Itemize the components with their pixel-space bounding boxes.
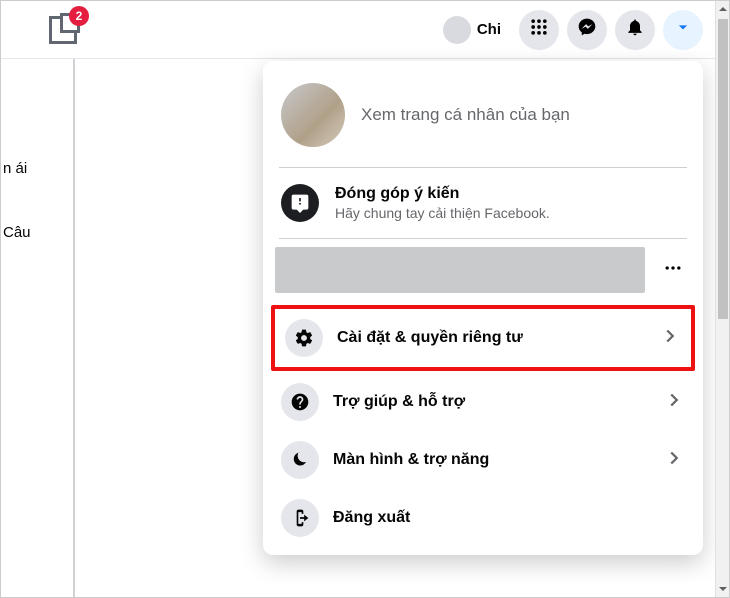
help-support-item[interactable]: Trợ giúp & hỗ trợ bbox=[271, 373, 695, 431]
settings-privacy-label: Cài đặt & quyền riêng tư bbox=[337, 329, 645, 347]
help-icon bbox=[281, 383, 319, 421]
logout-item[interactable]: Đăng xuất bbox=[271, 489, 695, 547]
top-navigation-bar: 2 Chi bbox=[1, 1, 715, 59]
notification-badge: 2 bbox=[69, 6, 89, 26]
logout-label: Đăng xuất bbox=[333, 509, 685, 527]
profile-chip[interactable]: Chi bbox=[439, 12, 511, 48]
feedback-title: Đóng góp ý kiến bbox=[335, 185, 550, 203]
feedback-text: Đóng góp ý kiến Hãy chung tay cải thiện … bbox=[335, 185, 550, 221]
more-options-button[interactable] bbox=[655, 252, 691, 288]
logout-icon bbox=[281, 499, 319, 537]
scrollbar-thumb[interactable] bbox=[718, 19, 728, 319]
display-accessibility-item[interactable]: Màn hình & trợ năng bbox=[271, 431, 695, 489]
gear-icon bbox=[285, 319, 323, 357]
messenger-button[interactable] bbox=[567, 10, 607, 50]
dots-horizontal-icon bbox=[663, 258, 683, 283]
display-accessibility-label: Màn hình & trợ năng bbox=[333, 451, 649, 469]
scroll-up-arrow-icon[interactable] bbox=[716, 1, 730, 17]
moon-icon bbox=[281, 441, 319, 479]
chevron-right-icon bbox=[663, 389, 685, 416]
feedback-row[interactable]: Đóng góp ý kiến Hãy chung tay cải thiện … bbox=[271, 174, 695, 232]
app-logo[interactable]: 2 bbox=[49, 16, 77, 44]
profile-name: Chi bbox=[477, 21, 501, 38]
account-dropdown-button[interactable] bbox=[663, 10, 703, 50]
feedback-icon bbox=[281, 184, 319, 222]
view-profile-label: Xem trang cá nhân của bạn bbox=[361, 105, 570, 125]
menu-grid-button[interactable] bbox=[519, 10, 559, 50]
placeholder-block bbox=[275, 247, 645, 293]
settings-privacy-item[interactable]: Cài đặt & quyền riêng tư bbox=[275, 309, 691, 367]
help-support-label: Trợ giúp & hỗ trợ bbox=[333, 393, 649, 411]
separator bbox=[279, 238, 687, 239]
chevron-right-icon bbox=[663, 447, 685, 474]
feedback-subtitle: Hãy chung tay cải thiện Facebook. bbox=[335, 205, 550, 221]
left-sidebar-fragment: n ái Câu bbox=[1, 151, 33, 251]
topbar-right-cluster: Chi bbox=[439, 10, 703, 50]
sidebar-text-1: n ái bbox=[1, 151, 33, 187]
scroll-down-arrow-icon[interactable] bbox=[716, 581, 730, 597]
chevron-right-icon bbox=[659, 325, 681, 352]
grid-icon bbox=[529, 17, 549, 42]
sidebar-text-2: Câu bbox=[1, 215, 33, 251]
notifications-button[interactable] bbox=[615, 10, 655, 50]
placeholder-row bbox=[275, 247, 691, 293]
highlight-annotation: Cài đặt & quyền riêng tư bbox=[271, 305, 695, 371]
bell-icon bbox=[625, 17, 645, 42]
left-divider bbox=[73, 59, 75, 597]
avatar bbox=[281, 83, 345, 147]
caret-down-icon bbox=[673, 17, 693, 42]
avatar bbox=[443, 16, 471, 44]
view-profile-row[interactable]: Xem trang cá nhân của bạn bbox=[271, 69, 695, 161]
vertical-scrollbar[interactable] bbox=[715, 1, 729, 597]
separator bbox=[279, 167, 687, 168]
messenger-icon bbox=[577, 17, 597, 42]
account-dropdown-panel: Xem trang cá nhân của bạn Đóng góp ý kiế… bbox=[263, 61, 703, 555]
